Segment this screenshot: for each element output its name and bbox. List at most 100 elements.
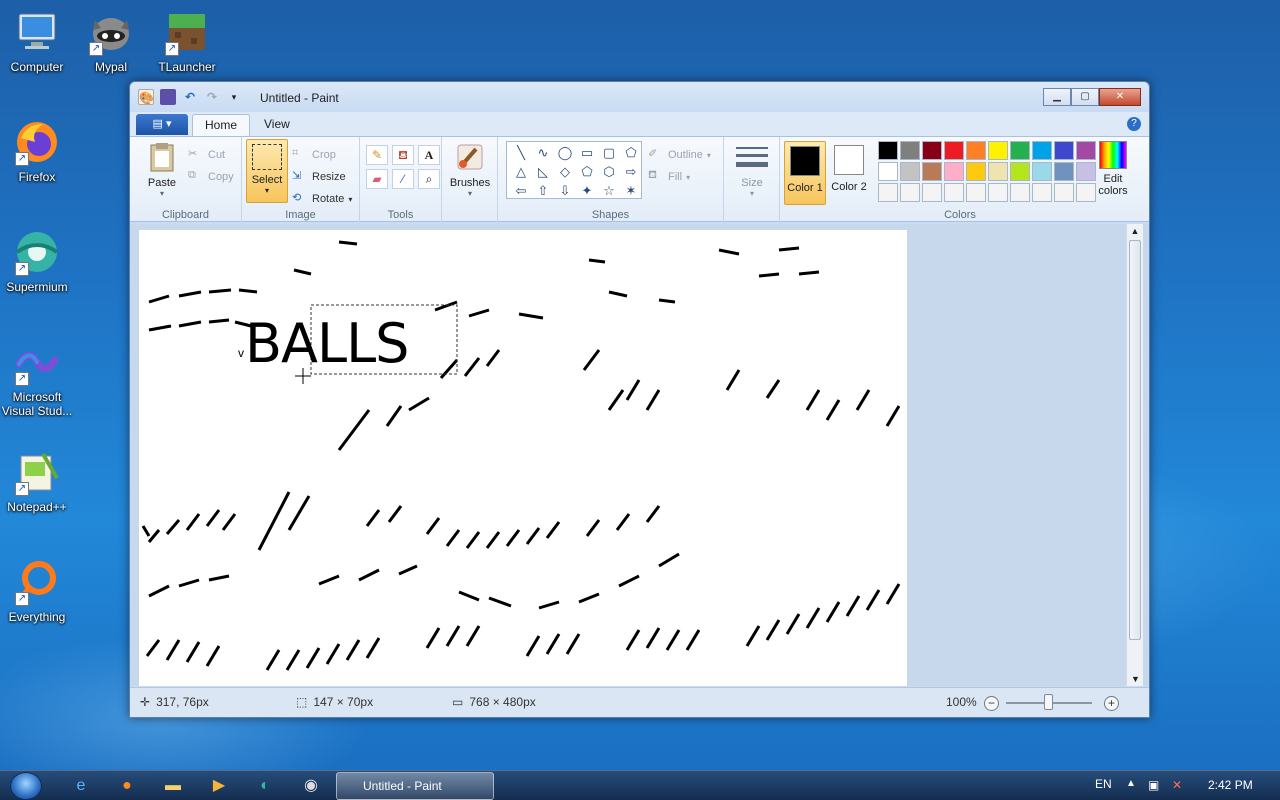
minimize-button[interactable]: ▁ bbox=[1043, 88, 1071, 106]
color1-button[interactable]: Color 1 bbox=[784, 141, 826, 205]
outline-button[interactable]: ✐ Outline ▾ bbox=[648, 147, 711, 163]
shape-option[interactable]: ⬠ bbox=[621, 144, 641, 162]
palette-swatch[interactable] bbox=[966, 183, 986, 202]
shape-option[interactable]: ⬡ bbox=[599, 163, 619, 181]
taskbar-paint-button[interactable]: Untitled - Paint bbox=[336, 772, 494, 800]
palette-swatch[interactable] bbox=[1032, 141, 1052, 160]
help-icon[interactable]: ? bbox=[1127, 117, 1141, 131]
palette-swatch[interactable] bbox=[900, 162, 920, 181]
palette-swatch[interactable] bbox=[922, 183, 942, 202]
palette-swatch[interactable] bbox=[900, 141, 920, 160]
drawing-canvas[interactable]: BALLS v bbox=[139, 230, 907, 686]
scroll-down-arrow-icon[interactable]: ▼ bbox=[1127, 674, 1144, 684]
fill-bucket-icon[interactable]: ⛾ bbox=[392, 145, 414, 165]
tab-home[interactable]: Home bbox=[192, 114, 251, 136]
palette-swatch[interactable] bbox=[966, 141, 986, 160]
resize-button[interactable]: ⇲ Resize bbox=[292, 169, 346, 185]
palette-swatch[interactable] bbox=[1010, 162, 1030, 181]
shape-option[interactable]: ✶ bbox=[621, 182, 641, 200]
vertical-scrollbar[interactable]: ▲ ▼ bbox=[1126, 224, 1143, 686]
firefox-taskbar-icon[interactable]: ● bbox=[116, 775, 138, 797]
palette-swatch[interactable] bbox=[1054, 162, 1074, 181]
palette-swatch[interactable] bbox=[922, 141, 942, 160]
maximize-button[interactable]: ▢ bbox=[1071, 88, 1099, 106]
shape-option[interactable]: ◺ bbox=[533, 163, 553, 181]
network-icon[interactable]: ▣ bbox=[1148, 778, 1159, 792]
palette-swatch[interactable] bbox=[1054, 183, 1074, 202]
title-bar[interactable]: 🎨 ↶ ↷ ▾ Untitled - Paint ▁ ▢ ✕ bbox=[130, 82, 1149, 112]
palette-swatch[interactable] bbox=[922, 162, 942, 181]
edit-colors-button[interactable]: Edit colors bbox=[1090, 141, 1136, 197]
rotate-button[interactable]: ⟲ Rotate ▾ bbox=[292, 191, 352, 207]
palette-swatch[interactable] bbox=[1032, 162, 1052, 181]
crop-button[interactable]: ⌗ Crop bbox=[292, 147, 336, 163]
cut-button[interactable]: ✂ Cut bbox=[188, 147, 225, 163]
eraser-icon[interactable]: ▰ bbox=[366, 169, 388, 189]
shape-option[interactable]: ⇦ bbox=[511, 182, 531, 200]
shape-option[interactable]: ⬠ bbox=[577, 163, 597, 181]
shape-option[interactable]: ⇨ bbox=[621, 163, 641, 181]
language-indicator[interactable]: EN bbox=[1095, 777, 1112, 791]
desktop-icon-everything[interactable]: ↗ Everything bbox=[0, 558, 74, 624]
select-button[interactable]: Select ▾ bbox=[246, 139, 288, 203]
file-menu-button[interactable]: ▤ ▾ bbox=[136, 114, 188, 135]
close-button[interactable]: ✕ bbox=[1099, 88, 1141, 106]
shape-option[interactable]: ◯ bbox=[555, 144, 575, 162]
shape-option[interactable]: ⇩ bbox=[555, 182, 575, 200]
palette-swatch[interactable] bbox=[988, 183, 1008, 202]
volume-muted-icon[interactable]: ✕ bbox=[1172, 778, 1182, 792]
clock[interactable]: 2:42 PM bbox=[1208, 778, 1253, 792]
shape-option[interactable]: ✦ bbox=[577, 182, 597, 200]
shape-option[interactable]: ∿ bbox=[533, 144, 553, 162]
text-tool-icon[interactable]: A bbox=[418, 145, 440, 165]
undo-icon[interactable]: ↶ bbox=[182, 89, 198, 105]
size-button[interactable]: Size ▾ bbox=[730, 141, 774, 198]
palette-swatch[interactable] bbox=[1054, 141, 1074, 160]
palette-swatch[interactable] bbox=[878, 141, 898, 160]
desktop-icon-firefox[interactable]: ↗ Firefox bbox=[0, 118, 74, 184]
zoom-out-button[interactable]: − bbox=[984, 696, 999, 711]
zoom-in-button[interactable]: + bbox=[1104, 696, 1119, 711]
explorer-folder-icon[interactable]: ▬ bbox=[162, 775, 184, 797]
desktop-icon-tlauncher[interactable]: ↗ TLauncher bbox=[150, 8, 224, 74]
magnifier-icon[interactable]: ⌕ bbox=[418, 169, 440, 189]
redo-icon[interactable]: ↷ bbox=[204, 89, 220, 105]
scrollbar-thumb[interactable] bbox=[1129, 240, 1141, 640]
palette-swatch[interactable] bbox=[988, 162, 1008, 181]
palette-swatch[interactable] bbox=[988, 141, 1008, 160]
desktop-icon-supermium[interactable]: ↗ Supermium bbox=[0, 228, 74, 294]
color-picker-icon[interactable]: ⁄ bbox=[392, 169, 414, 189]
desktop-icon-computer[interactable]: Computer bbox=[0, 8, 74, 74]
customize-qat-icon[interactable]: ▾ bbox=[226, 89, 242, 105]
start-button[interactable] bbox=[10, 772, 42, 800]
shape-option[interactable]: ⇧ bbox=[533, 182, 553, 200]
show-hidden-icons-button[interactable]: ▲ bbox=[1126, 778, 1136, 789]
media-player-icon[interactable]: ▶ bbox=[208, 775, 230, 797]
pencil-icon[interactable]: ✎ bbox=[366, 145, 388, 165]
paint-app-icon[interactable]: 🎨 bbox=[138, 89, 154, 105]
palette-swatch[interactable] bbox=[944, 141, 964, 160]
palette-swatch[interactable] bbox=[1032, 183, 1052, 202]
desktop-icon-visual-studio[interactable]: ↗ Microsoft Visual Stud... bbox=[0, 338, 74, 418]
save-icon[interactable] bbox=[160, 89, 176, 105]
shape-option[interactable]: ◇ bbox=[555, 163, 575, 181]
internet-explorer-icon[interactable]: e bbox=[70, 775, 92, 797]
copy-button[interactable]: ⧉ Copy bbox=[188, 169, 234, 185]
desktop-icon-notepadpp[interactable]: ↗ Notepad++ bbox=[0, 448, 74, 514]
brushes-button[interactable]: Brushes ▾ bbox=[448, 141, 492, 198]
tab-view[interactable]: View bbox=[252, 114, 302, 136]
fill-button[interactable]: ⛾ Fill ▾ bbox=[648, 169, 690, 185]
palette-swatch[interactable] bbox=[1010, 141, 1030, 160]
mypal-taskbar-icon[interactable]: ◉ bbox=[300, 775, 322, 797]
palette-swatch[interactable] bbox=[944, 183, 964, 202]
paste-button[interactable]: Paste ▾ bbox=[142, 141, 182, 198]
shape-option[interactable]: ☆ bbox=[599, 182, 619, 200]
shape-option[interactable]: ▢ bbox=[599, 144, 619, 162]
palette-swatch[interactable] bbox=[900, 183, 920, 202]
zoom-slider-thumb[interactable] bbox=[1044, 694, 1053, 710]
palette-swatch[interactable] bbox=[878, 183, 898, 202]
palette-swatch[interactable] bbox=[944, 162, 964, 181]
shape-option[interactable]: △ bbox=[511, 163, 531, 181]
palette-swatch[interactable] bbox=[1010, 183, 1030, 202]
palette-swatch[interactable] bbox=[966, 162, 986, 181]
